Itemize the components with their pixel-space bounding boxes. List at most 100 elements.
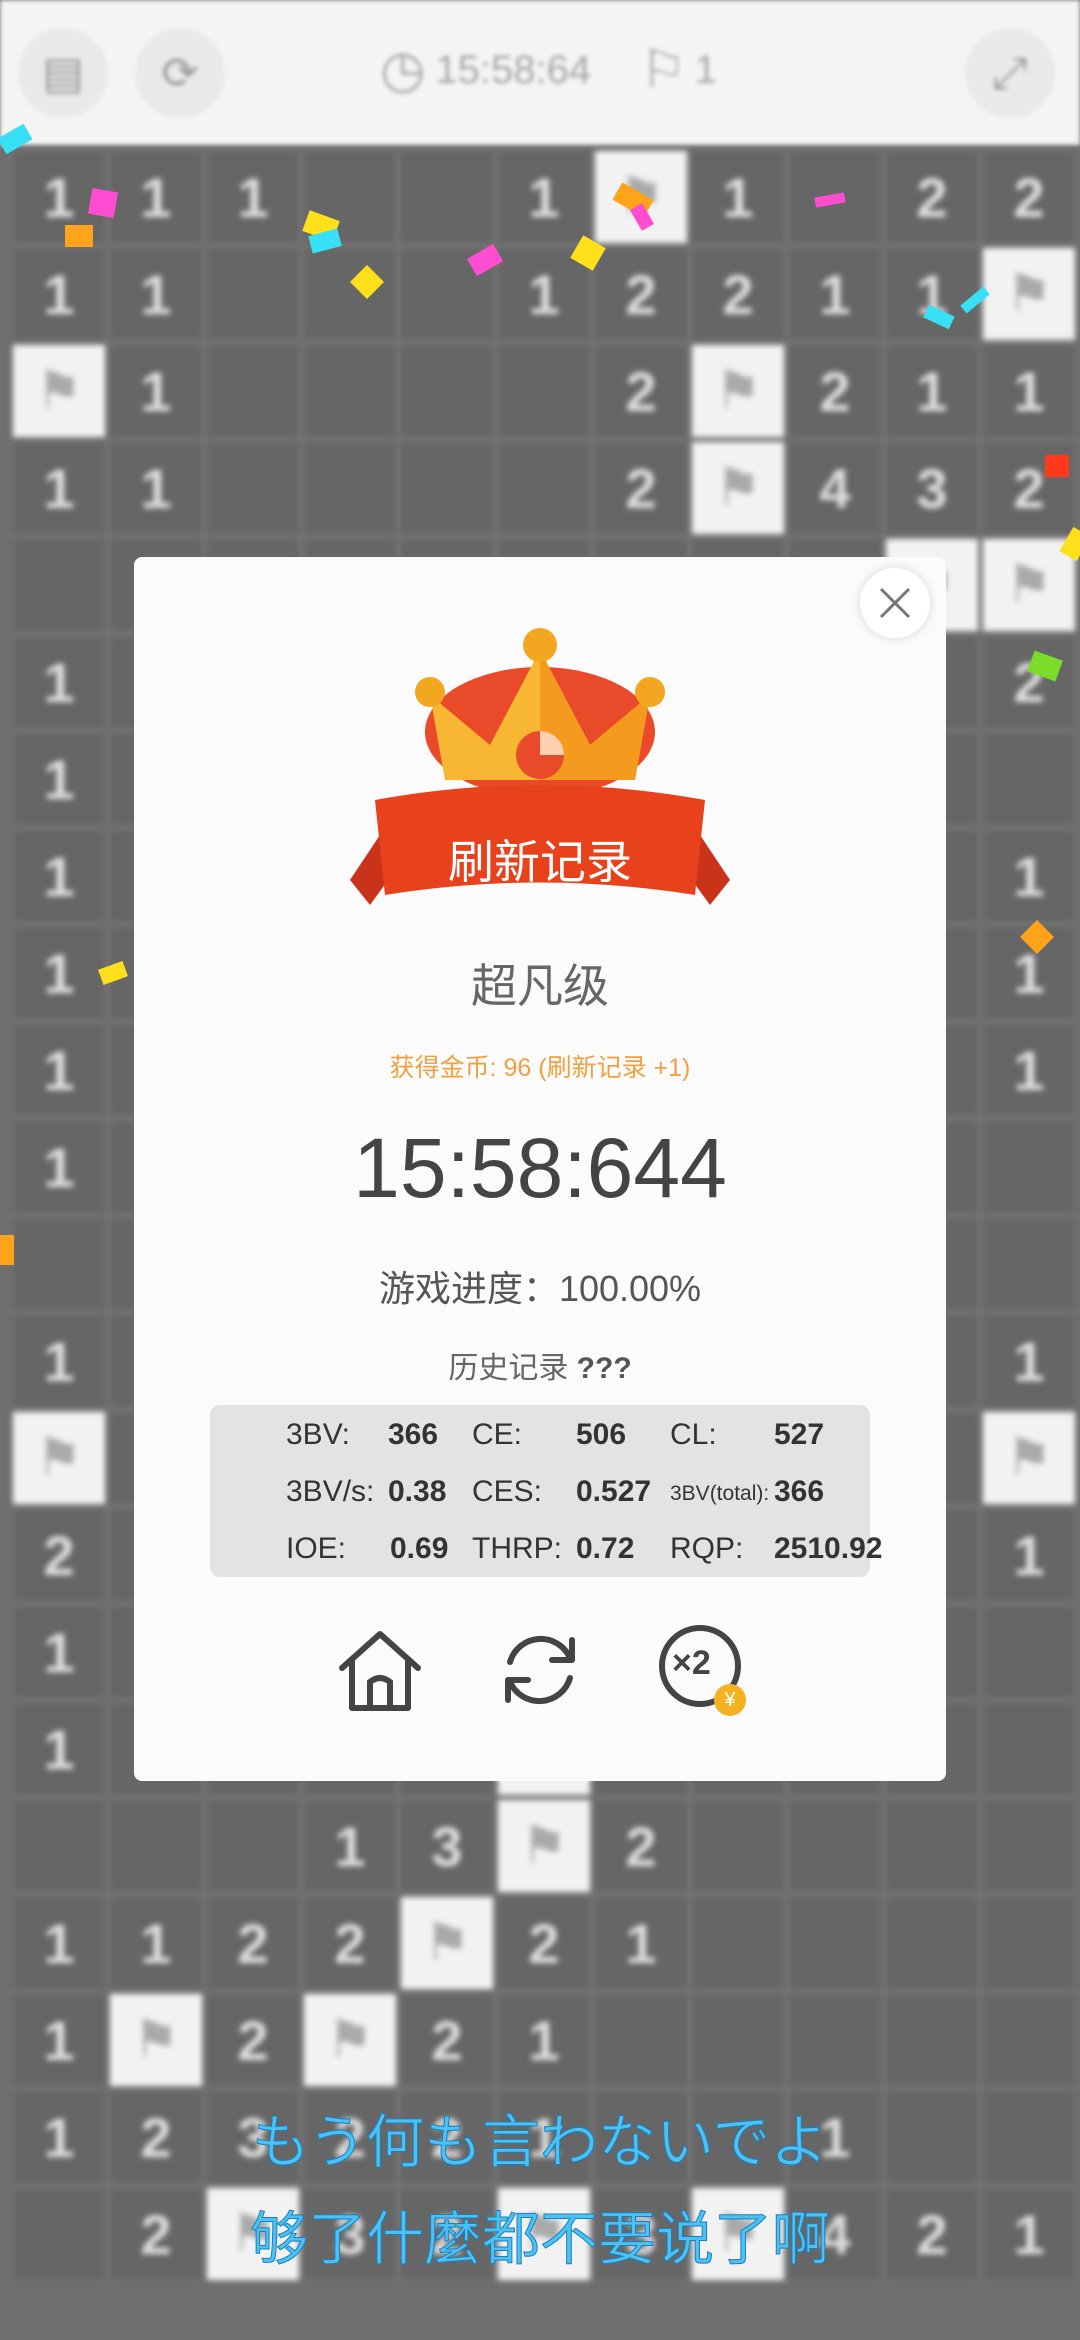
flagged-cell[interactable]: ⚑	[12, 344, 106, 438]
board-cell[interactable]: 1	[12, 1896, 106, 1990]
home-button[interactable]	[330, 1620, 430, 1720]
board-cell[interactable]: 2	[594, 1799, 688, 1893]
board-cell[interactable]: 2	[594, 344, 688, 438]
board-cell[interactable]	[982, 1993, 1076, 2087]
flagged-cell[interactable]: ⚑	[691, 344, 785, 438]
board-cell[interactable]	[982, 732, 1076, 826]
board-cell[interactable]: 1	[12, 1120, 106, 1214]
board-cell[interactable]	[206, 344, 300, 438]
expand-button[interactable]: ⤢	[965, 28, 1055, 118]
board-cell[interactable]: 1	[982, 1023, 1076, 1117]
board-cell[interactable]: 1	[594, 1896, 688, 1990]
board-cell[interactable]: 2	[982, 441, 1076, 535]
board-cell[interactable]: 1	[109, 150, 203, 244]
board-cell[interactable]	[400, 441, 494, 535]
board-cell[interactable]	[497, 441, 591, 535]
board-cell[interactable]: 1	[12, 1702, 106, 1796]
board-cell[interactable]	[303, 150, 397, 244]
board-cell[interactable]	[885, 1799, 979, 1893]
menu-button[interactable]: ▤	[18, 28, 108, 118]
board-cell[interactable]	[691, 1799, 785, 1893]
board-cell[interactable]	[497, 344, 591, 438]
board-cell[interactable]	[788, 150, 882, 244]
board-cell[interactable]	[400, 150, 494, 244]
board-cell[interactable]: 1	[982, 1508, 1076, 1602]
board-cell[interactable]: 1	[12, 247, 106, 341]
board-cell[interactable]: 2	[788, 344, 882, 438]
flagged-cell[interactable]: ⚑	[109, 1993, 203, 2087]
board-cell[interactable]	[982, 1896, 1076, 1990]
board-cell[interactable]: 1	[12, 926, 106, 1020]
flagged-cell[interactable]: ⚑	[400, 1896, 494, 1990]
board-cell[interactable]: 1	[12, 1023, 106, 1117]
board-cell[interactable]	[12, 538, 106, 632]
board-cell[interactable]: 2	[206, 1896, 300, 1990]
board-cell[interactable]: 1	[109, 344, 203, 438]
restart-button[interactable]: ⟳	[135, 28, 225, 118]
board-cell[interactable]	[885, 1993, 979, 2087]
board-cell[interactable]: 1	[788, 247, 882, 341]
board-cell[interactable]	[400, 344, 494, 438]
board-cell[interactable]	[12, 1217, 106, 1311]
board-cell[interactable]: 1	[691, 150, 785, 244]
board-cell[interactable]: 2	[12, 1508, 106, 1602]
board-cell[interactable]	[400, 247, 494, 341]
board-cell[interactable]	[206, 247, 300, 341]
board-cell[interactable]: 1	[12, 1993, 106, 2087]
board-cell[interactable]: 1	[12, 829, 106, 923]
board-cell[interactable]: 1	[982, 926, 1076, 1020]
flagged-cell[interactable]: ⚑	[12, 1411, 106, 1505]
board-cell[interactable]: 1	[982, 1314, 1076, 1408]
board-cell[interactable]	[982, 1217, 1076, 1311]
board-cell[interactable]: 1	[109, 441, 203, 535]
board-cell[interactable]: 1	[12, 1314, 106, 1408]
board-cell[interactable]: 1	[982, 829, 1076, 923]
board-cell[interactable]: 2	[497, 1896, 591, 1990]
board-cell[interactable]: 1	[12, 635, 106, 729]
board-cell[interactable]	[691, 1993, 785, 2087]
board-cell[interactable]: 1	[12, 732, 106, 826]
flagged-cell[interactable]: ⚑	[982, 538, 1076, 632]
board-cell[interactable]: 2	[206, 1993, 300, 2087]
board-cell[interactable]: 2	[885, 150, 979, 244]
board-cell[interactable]: 3	[885, 441, 979, 535]
board-cell[interactable]	[982, 1799, 1076, 1893]
board-cell[interactable]: 4	[788, 441, 882, 535]
board-cell[interactable]: 1	[109, 247, 203, 341]
board-cell[interactable]	[982, 1120, 1076, 1214]
board-cell[interactable]	[12, 1799, 106, 1893]
flagged-cell[interactable]: ⚑	[497, 1799, 591, 1893]
board-cell[interactable]	[982, 1702, 1076, 1796]
board-cell[interactable]	[206, 1799, 300, 1893]
board-cell[interactable]	[788, 1993, 882, 2087]
board-cell[interactable]: 1	[12, 441, 106, 535]
board-cell[interactable]: 1	[497, 150, 591, 244]
board-cell[interactable]: 2	[594, 441, 688, 535]
board-cell[interactable]	[303, 441, 397, 535]
flagged-cell[interactable]: ⚑	[691, 441, 785, 535]
board-cell[interactable]: 2	[303, 1896, 397, 1990]
board-cell[interactable]: 2	[594, 247, 688, 341]
board-cell[interactable]	[109, 1799, 203, 1893]
board-cell[interactable]	[788, 1896, 882, 1990]
board-cell[interactable]: 1	[109, 1896, 203, 1990]
board-cell[interactable]	[982, 1605, 1076, 1699]
replay-button[interactable]	[490, 1620, 590, 1720]
board-cell[interactable]	[303, 344, 397, 438]
board-cell[interactable]: 1	[885, 344, 979, 438]
board-cell[interactable]: 1	[12, 1605, 106, 1699]
board-cell[interactable]: 2	[691, 247, 785, 341]
flagged-cell[interactable]: ⚑	[594, 150, 688, 244]
board-cell[interactable]: 1	[497, 1993, 591, 2087]
board-cell[interactable]: 1	[885, 247, 979, 341]
board-cell[interactable]: 3	[400, 1799, 494, 1893]
board-cell[interactable]	[788, 1799, 882, 1893]
board-cell[interactable]	[885, 1896, 979, 1990]
board-cell[interactable]: 2	[400, 1993, 494, 2087]
flagged-cell[interactable]: ⚑	[303, 1993, 397, 2087]
board-cell[interactable]: 2	[982, 635, 1076, 729]
board-cell[interactable]	[594, 1993, 688, 2087]
board-cell[interactable]: 1	[982, 344, 1076, 438]
board-cell[interactable]	[206, 441, 300, 535]
board-cell[interactable]: 1	[12, 150, 106, 244]
